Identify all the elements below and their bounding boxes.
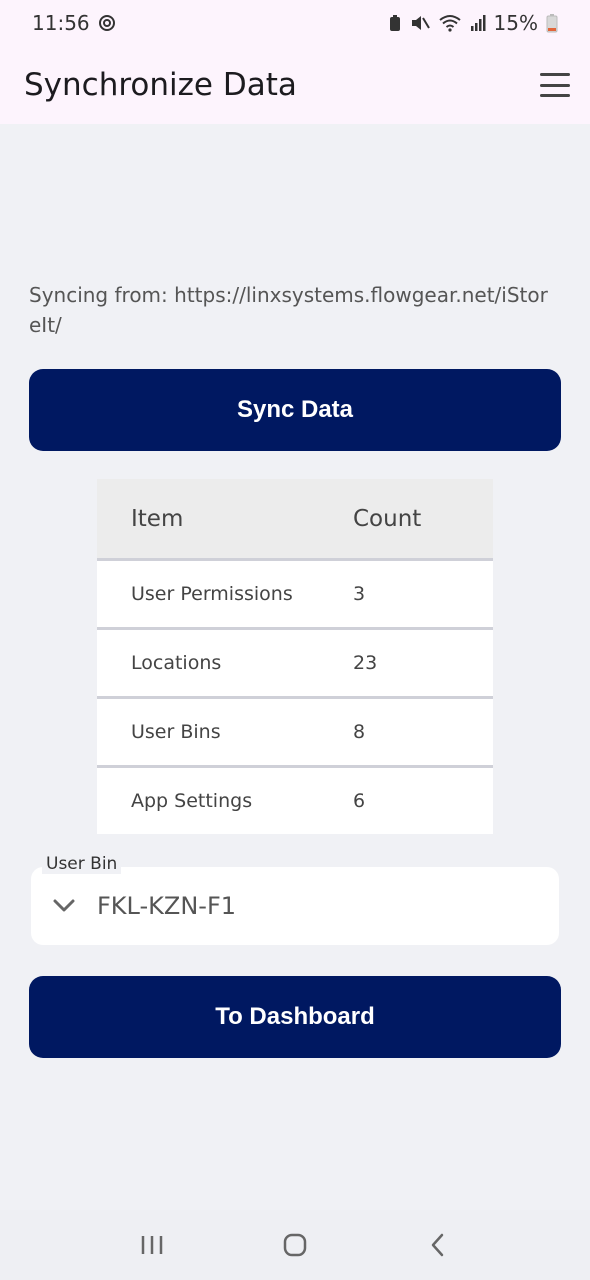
battery-icon [546, 13, 558, 33]
status-bar: 11:56 15% [0, 0, 590, 46]
row-item: User Bins [131, 721, 221, 743]
user-bin-value: FKL-KZN-F1 [97, 892, 237, 920]
column-header-item: Item [131, 505, 184, 532]
row-count: 6 [353, 790, 366, 812]
sync-source-text: Syncing from: https://linxsystems.flowge… [29, 280, 559, 340]
status-time: 11:56 [32, 11, 90, 35]
table-row: Locations 23 [97, 630, 493, 699]
table-row: User Permissions 3 [97, 561, 493, 630]
row-count: 8 [353, 721, 366, 743]
row-count: 23 [353, 652, 378, 674]
chevron-down-icon [53, 899, 75, 913]
status-right: 15% [388, 11, 558, 35]
row-item: App Settings [131, 790, 253, 812]
battery-percent: 15% [493, 11, 538, 35]
table-row: App Settings 6 [97, 768, 493, 834]
wifi-icon [438, 14, 462, 32]
to-dashboard-button[interactable]: To Dashboard [29, 976, 561, 1058]
home-icon[interactable] [265, 1220, 325, 1270]
column-header-count: Count [353, 505, 422, 532]
page-title: Synchronize Data [24, 67, 297, 103]
row-item: Locations [131, 652, 222, 674]
app-bar: Synchronize Data [0, 46, 590, 124]
back-icon[interactable] [408, 1220, 468, 1270]
row-count: 3 [353, 583, 366, 605]
table-row: User Bins 8 [97, 699, 493, 768]
mute-icon [410, 14, 430, 32]
user-bin-label: User Bin [42, 854, 122, 874]
row-item: User Permissions [131, 583, 293, 605]
system-nav-bar [0, 1210, 590, 1280]
sync-status-icon [98, 14, 116, 32]
signal-icon [470, 14, 486, 32]
recent-apps-icon[interactable] [122, 1220, 182, 1270]
hamburger-menu-icon[interactable] [540, 73, 570, 97]
battery-saver-icon [388, 14, 402, 32]
table-header: Item Count [97, 479, 493, 561]
sync-data-button[interactable]: Sync Data [29, 369, 561, 451]
sync-source-prefix: Syncing from: [29, 283, 175, 307]
status-left: 11:56 [32, 11, 116, 35]
user-bin-dropdown[interactable]: FKL-KZN-F1 [31, 867, 559, 945]
sync-count-table: Item Count User Permissions 3 Locations … [97, 479, 493, 834]
